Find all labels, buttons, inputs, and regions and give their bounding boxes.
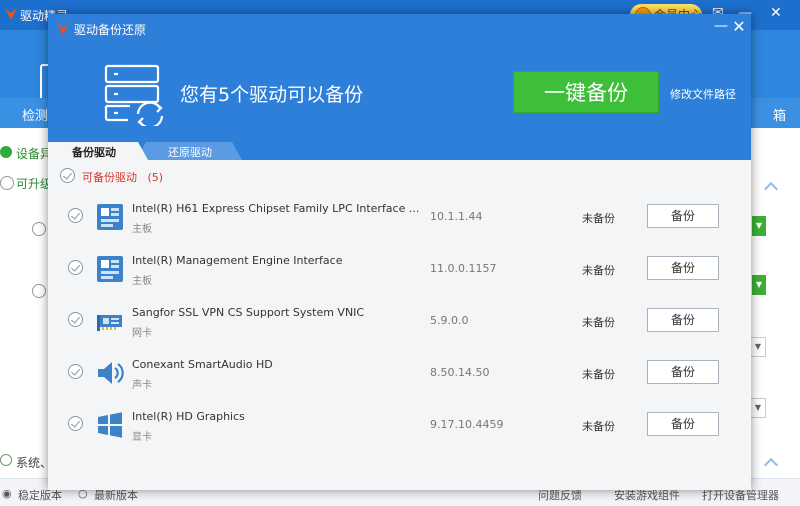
section-count: (5) xyxy=(147,171,164,184)
backup-summary-text: 您有5个驱动可以备份 xyxy=(180,84,364,106)
backup-button[interactable]: 备份 xyxy=(647,308,719,332)
app-logo-icon xyxy=(5,8,17,20)
select-all-checkbox[interactable] xyxy=(60,168,75,183)
server-backup-icon xyxy=(104,64,164,126)
driver-name: Sangfor SSL VPN CS Support System VNIC xyxy=(132,306,365,319)
collapse-chevron-icon-2[interactable] xyxy=(763,457,779,473)
backup-button[interactable]: 备份 xyxy=(647,412,719,436)
upgrade-dropdown-1[interactable]: ▼ xyxy=(752,216,766,236)
driver-checkbox[interactable] xyxy=(68,416,83,431)
upgradable-label: 可升级 xyxy=(16,177,53,191)
dialog-tabs: 备份驱动 还原驱动 xyxy=(48,142,751,160)
upgradable-radio[interactable] xyxy=(0,176,14,190)
driver-row: Intel(R) HD Graphics 显卡 9.17.10.4459 未备份… xyxy=(48,400,751,452)
speaker-icon xyxy=(98,362,124,384)
driver-checkbox[interactable] xyxy=(68,260,83,275)
driver-checkbox[interactable] xyxy=(68,208,83,223)
stable-version-radio[interactable]: ◉ xyxy=(2,487,12,500)
collapse-chevron-icon[interactable] xyxy=(763,181,779,197)
motherboard-icon xyxy=(97,256,123,282)
tab-restore-drivers[interactable]: 还原驱动 xyxy=(168,144,212,160)
dialog-header: 驱动备份还原 — ✕ 您有5个驱动可以备份 一键备份 修改文件路径 备份驱动 还… xyxy=(48,14,751,160)
nav-toolbox[interactable]: 箱 xyxy=(773,105,786,124)
driver-type: 显卡 xyxy=(132,432,152,443)
driver-backup-dialog: 驱动备份还原 — ✕ 您有5个驱动可以备份 一键备份 修改文件路径 备份驱动 还… xyxy=(48,14,751,490)
driver-version: 5.9.0.0 xyxy=(430,314,469,327)
version-dropdown-1[interactable]: ▼ xyxy=(750,337,766,357)
bg-item-radio-1[interactable] xyxy=(32,222,46,236)
tab-backup-drivers[interactable]: 备份驱动 xyxy=(72,144,116,160)
backup-button[interactable]: 备份 xyxy=(647,360,719,384)
close-icon[interactable]: ✕ xyxy=(770,5,782,21)
upgrade-dropdown-2[interactable]: ▼ xyxy=(752,275,766,295)
network-card-icon xyxy=(97,315,122,331)
modify-path-link[interactable]: 修改文件路径 xyxy=(670,86,736,102)
dialog-title: 驱动备份还原 xyxy=(74,23,147,37)
driver-version: 10.1.1.44 xyxy=(430,210,483,223)
driver-type: 主板 xyxy=(132,224,152,235)
system-check-icon xyxy=(0,454,12,466)
driver-row: Intel(R) Management Engine Interface 主板 … xyxy=(48,244,751,296)
driver-name: Intel(R) Management Engine Interface xyxy=(132,254,343,267)
driver-row: Intel(R) H61 Express Chipset Family LPC … xyxy=(48,192,751,244)
ok-check-icon xyxy=(0,146,12,158)
driver-type: 声卡 xyxy=(132,380,152,391)
driver-status: 未备份 xyxy=(582,264,615,277)
driver-row: Sangfor SSL VPN CS Support System VNIC 网… xyxy=(48,296,751,348)
one-click-backup-button[interactable]: 一键备份 xyxy=(513,71,659,113)
nav-detect[interactable]: 检测 xyxy=(22,105,48,124)
driver-version: 9.17.10.4459 xyxy=(430,418,504,431)
motherboard-icon xyxy=(97,204,123,230)
driver-name: Intel(R) HD Graphics xyxy=(132,410,245,423)
driver-type: 网卡 xyxy=(132,328,152,339)
backup-button[interactable]: 备份 xyxy=(647,256,719,280)
driver-version: 11.0.0.1157 xyxy=(430,262,497,275)
backup-button[interactable]: 备份 xyxy=(647,204,719,228)
driver-status: 未备份 xyxy=(582,316,615,329)
driver-version: 8.50.14.50 xyxy=(430,366,490,379)
version-dropdown-2[interactable]: ▼ xyxy=(750,398,766,418)
bg-item-radio-2[interactable] xyxy=(32,284,46,298)
app-logo-icon xyxy=(57,23,69,35)
driver-name: Conexant SmartAudio HD xyxy=(132,358,273,371)
driver-status: 未备份 xyxy=(582,368,615,381)
section-label: 可备份驱动 (5) xyxy=(82,169,163,185)
driver-checkbox[interactable] xyxy=(68,364,83,379)
system-label: 系统、 xyxy=(16,456,53,470)
driver-row: Conexant SmartAudio HD 声卡 8.50.14.50 未备份… xyxy=(48,348,751,400)
driver-name: Intel(R) H61 Express Chipset Family LPC … xyxy=(132,202,420,215)
driver-status: 未备份 xyxy=(582,420,615,433)
driver-checkbox[interactable] xyxy=(68,312,83,327)
section-label-text: 可备份驱动 xyxy=(82,171,137,184)
dialog-minimize-icon[interactable]: — xyxy=(714,18,728,34)
driver-status: 未备份 xyxy=(582,212,615,225)
dialog-close-icon[interactable]: ✕ xyxy=(732,17,746,36)
driver-type: 主板 xyxy=(132,276,152,287)
device-exception-label: 设备异 xyxy=(16,147,53,161)
windows-logo-icon xyxy=(98,412,122,438)
